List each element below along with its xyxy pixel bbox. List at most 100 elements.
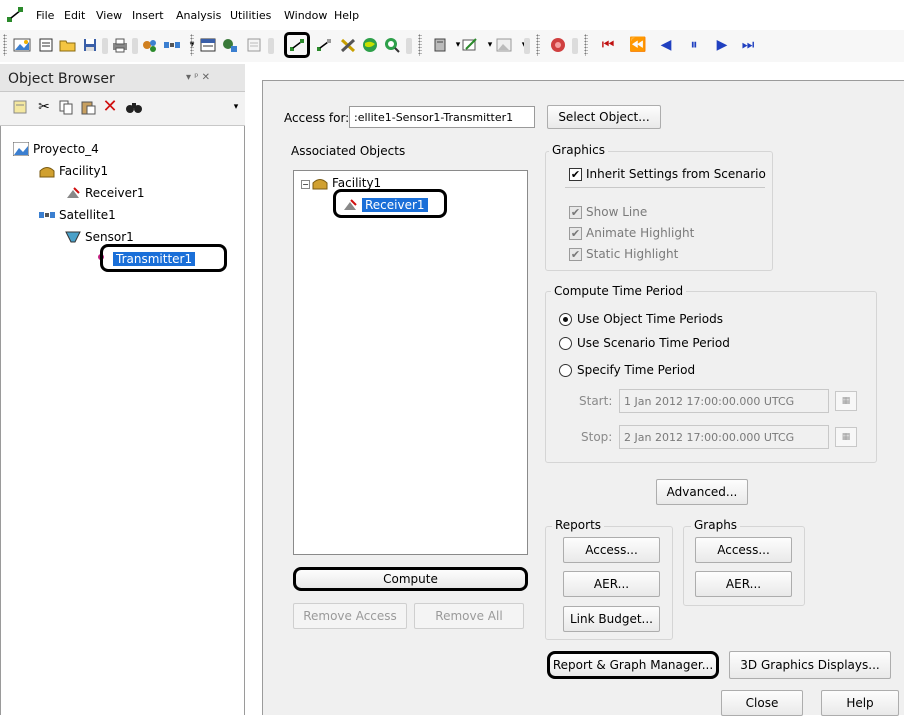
pin-icon[interactable]: ▾ ᵖ ✕	[186, 72, 210, 83]
use-object-time-radio[interactable]: Use Object Time Periods	[559, 312, 723, 326]
compute-time-group-label: Compute Time Period	[551, 284, 687, 298]
access-dialog: Access for: :ellite1-Sensor1-Transmitter…	[262, 80, 904, 716]
pause-icon[interactable]: ⏸	[684, 35, 704, 55]
delete-icon[interactable]: ✕	[100, 97, 120, 117]
menu-analysis[interactable]: Analysis	[176, 9, 221, 22]
step-forward-icon[interactable]: ⏭	[738, 35, 758, 55]
link-budget-button[interactable]: Link Budget...	[563, 606, 660, 632]
graphs-group-label: Graphs	[691, 518, 741, 532]
play-reverse-icon[interactable]: ◀	[656, 35, 676, 55]
report-access-button[interactable]: Access...	[563, 537, 660, 563]
toolbar-separator	[102, 38, 108, 54]
toolbar-grip[interactable]	[418, 34, 422, 56]
tree-item-label: Facility1	[332, 176, 382, 190]
scenario-icon[interactable]	[12, 35, 32, 55]
menu-view[interactable]: View	[96, 9, 122, 22]
copy-icon[interactable]	[56, 97, 76, 117]
tree-item-receiver[interactable]: Receiver1	[65, 184, 145, 202]
advanced-button[interactable]: Advanced...	[656, 479, 748, 505]
chevron-down-icon[interactable]: ▾	[226, 97, 246, 117]
menu-utilities[interactable]: Utilities	[230, 9, 271, 22]
earth-icon[interactable]	[548, 35, 568, 55]
use-scenario-time-radio[interactable]: Use Scenario Time Period	[559, 336, 730, 350]
deck-access-icon[interactable]	[314, 35, 334, 55]
help-button[interactable]: Help	[821, 690, 899, 716]
satellite-tool-icon[interactable]	[162, 35, 182, 55]
image-icon[interactable]	[494, 35, 514, 55]
new-icon[interactable]	[36, 35, 56, 55]
edit-icon[interactable]	[460, 35, 480, 55]
report-graph-manager-button[interactable]: Report & Graph Manager...	[547, 651, 719, 679]
reset-icon[interactable]: ⏮	[598, 35, 618, 55]
divider	[565, 187, 765, 188]
menu-window[interactable]: Window	[284, 9, 327, 22]
main-toolbar: ▾ ▾ ▾ ▾ ⏮ ⏪ ◀ ⏸ ▶ ⏭	[0, 30, 904, 62]
properties-icon[interactable]	[10, 97, 30, 117]
close-button[interactable]: Close	[721, 690, 803, 716]
toolbar-separator	[406, 38, 412, 54]
inherit-settings-label: Inherit Settings from Scenario	[586, 167, 766, 181]
tree-item-label: Receiver1	[85, 186, 145, 200]
tools-icon[interactable]	[338, 35, 358, 55]
menu-help[interactable]: Help	[334, 9, 359, 22]
report-aer-button[interactable]: AER...	[563, 571, 660, 597]
paste-icon[interactable]	[78, 97, 98, 117]
toolbar-grip[interactable]	[190, 34, 194, 56]
cut-icon[interactable]: ✂	[34, 97, 54, 117]
tree-item-satellite[interactable]: Satellite1	[39, 206, 116, 224]
stop-label: Stop:	[581, 430, 613, 444]
search-globe-icon[interactable]	[382, 35, 402, 55]
collapse-icon[interactable]: −	[301, 180, 310, 189]
step-back-icon[interactable]: ⏪	[628, 35, 648, 55]
stop-time-field: 2 Jan 2012 17:00:00.000 UTCG	[619, 425, 829, 449]
radio-icon	[559, 363, 572, 377]
use-scenario-time-label: Use Scenario Time Period	[577, 336, 730, 350]
open-folder-icon[interactable]	[58, 35, 78, 55]
menu-edit[interactable]: Edit	[64, 9, 85, 22]
select-object-button[interactable]: Select Object...	[547, 105, 661, 129]
toolbar-grip[interactable]	[536, 34, 540, 56]
tree-item-scenario[interactable]: Proyecto_4	[13, 140, 99, 158]
satellite-icon	[39, 207, 55, 223]
toolbar-grip[interactable]	[3, 34, 7, 56]
toolbar-grip[interactable]	[584, 34, 588, 56]
receiver-icon	[65, 185, 81, 201]
compute-button[interactable]: Compute	[293, 567, 528, 591]
specify-time-radio[interactable]: Specify Time Period	[559, 363, 695, 377]
3d-graphics-displays-button[interactable]: 3D Graphics Displays...	[729, 651, 891, 679]
save-icon[interactable]	[80, 35, 100, 55]
play-icon[interactable]: ▶	[712, 35, 732, 55]
calendar-icon: ▦	[835, 427, 857, 447]
object-browser-title: Object Browser	[8, 71, 115, 87]
toolbar-separator	[572, 38, 578, 54]
insert-object-icon[interactable]	[140, 35, 160, 55]
tree-item-facility[interactable]: Facility1	[39, 162, 108, 180]
properties-icon[interactable]	[220, 35, 240, 55]
static-highlight-checkbox: ✔ Static Highlight	[569, 247, 678, 261]
associated-objects-list[interactable]: − Facility1 Receiver1	[293, 170, 528, 555]
radio-selected-icon	[559, 312, 572, 326]
inherit-settings-checkbox[interactable]: ✔ Inherit Settings from Scenario	[569, 167, 766, 181]
report-icon[interactable]	[198, 35, 218, 55]
tree-item-label: Proyecto_4	[33, 142, 99, 156]
notes-icon[interactable]	[244, 35, 264, 55]
tree-item-label: Facility1	[59, 164, 109, 178]
object-browser-header: Object Browser ▾ ᵖ ✕	[0, 64, 245, 92]
check-icon: ✔	[569, 247, 582, 261]
graph-aer-button[interactable]: AER...	[695, 571, 792, 597]
data-icon[interactable]	[430, 35, 450, 55]
access-tool-icon[interactable]	[284, 32, 310, 58]
find-binoculars-icon[interactable]	[124, 97, 144, 117]
start-label: Start:	[579, 394, 613, 408]
print-icon[interactable]	[110, 35, 130, 55]
globe-icon[interactable]	[360, 35, 380, 55]
calendar-icon: ▦	[835, 391, 857, 411]
menu-file[interactable]: File	[36, 9, 54, 22]
facility-icon	[39, 163, 55, 179]
static-highlight-label: Static Highlight	[586, 247, 679, 261]
menu-insert[interactable]: Insert	[132, 9, 164, 22]
access-for-field[interactable]: :ellite1-Sensor1-Transmitter1	[349, 106, 535, 128]
graph-access-button[interactable]: Access...	[695, 537, 792, 563]
graphics-group-label: Graphics	[549, 143, 608, 157]
object-browser-toolbar: ✂ ✕ ▾	[0, 92, 245, 126]
